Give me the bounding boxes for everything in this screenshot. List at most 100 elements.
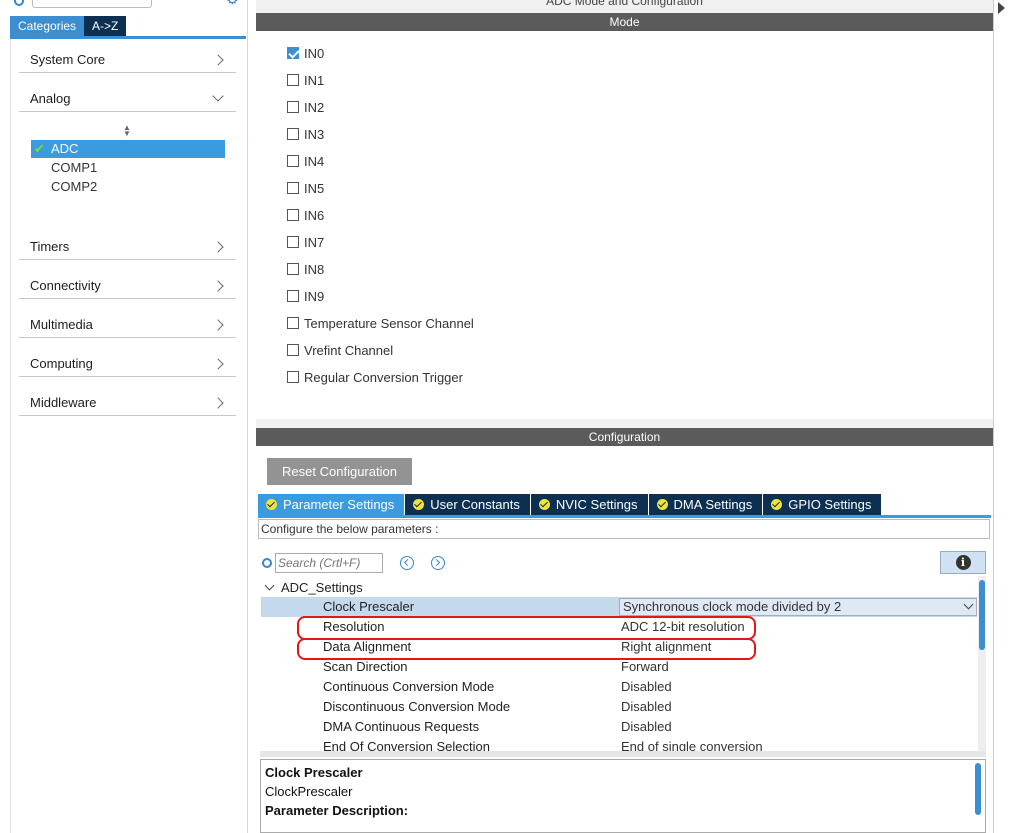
checkbox[interactable] [287,209,299,221]
parameter-search-input[interactable] [275,553,383,573]
param-value: Disabled [621,719,672,734]
checkbox[interactable] [287,47,299,59]
mode-checkbox-in8[interactable]: IN8 [287,261,324,277]
mode-checkbox-in3[interactable]: IN3 [287,126,324,142]
checkbox[interactable] [287,182,299,194]
checkbox[interactable] [287,290,299,302]
category-computing[interactable]: Computing [19,347,236,377]
mode-checkbox-in1[interactable]: IN1 [287,72,324,88]
tab-user-constants[interactable]: User Constants [405,494,530,515]
checkbox-label: IN1 [304,72,325,88]
tab-nvic-settings[interactable]: NVIC Settings [530,494,648,515]
info-button[interactable]: i [940,551,986,574]
checkbox[interactable] [287,317,299,329]
gear-icon[interactable]: ⚙ [226,0,240,6]
mode-checkbox-in7[interactable]: IN7 [287,234,324,250]
analog-item-comp2[interactable]: COMP2 [31,178,225,196]
checkbox-label: Vrefint Channel [304,342,394,358]
description-title: Clock Prescaler [265,765,363,780]
configuration-header: Configuration [256,428,993,446]
select-value: Synchronous clock mode divided by 2 [623,599,842,614]
checkbox-label: IN6 [304,207,325,223]
checkbox-label: Regular Conversion Trigger [304,369,463,385]
mode-header: Mode [256,13,993,31]
mode-checkbox-regular-trigger[interactable]: Regular Conversion Trigger [287,369,463,385]
checkbox[interactable] [287,263,299,275]
clock-prescaler-select[interactable]: Synchronous clock mode divided by 2 [619,598,977,616]
chevron-down-icon [963,599,974,610]
status-ok-icon [656,499,668,510]
mode-checkbox-temperature[interactable]: Temperature Sensor Channel [287,315,474,331]
category-search-input[interactable] [32,0,152,8]
category-system-core[interactable]: System Core [19,43,236,73]
category-label: Computing [30,356,93,371]
parameter-tabs: Parameter Settings User Constants NVIC S… [258,494,882,515]
group-adc-settings[interactable]: ADC_Settings [264,579,363,595]
scrollbar-thumb[interactable] [979,580,985,650]
checkbox[interactable] [287,74,299,86]
category-tabs: Categories A->Z [10,16,127,36]
info-icon: i [955,555,971,570]
sort-icon[interactable]: ▲ ▼ [123,124,131,138]
category-timers[interactable]: Timers [19,230,236,260]
mode-checkbox-in5[interactable]: IN5 [287,180,324,196]
check-icon: ✔ [34,141,45,156]
param-row-dma-continuous[interactable]: DMA Continuous Requests Disabled [261,717,977,737]
param-row-discontinuous-conversion[interactable]: Discontinuous Conversion Mode Disabled [261,697,977,717]
chevron-down-icon [264,580,275,591]
category-label: Timers [30,239,70,254]
param-row-end-of-conversion[interactable]: End Of Conversion Selection End of singl… [261,737,977,751]
category-label: System Core [30,52,106,67]
checkbox[interactable] [287,371,299,383]
item-label: COMP1 [51,160,98,175]
category-connectivity[interactable]: Connectivity [19,269,236,299]
analog-item-comp1[interactable]: COMP1 [31,159,225,177]
checkbox[interactable] [287,155,299,167]
previous-match-icon[interactable] [400,556,414,570]
tab-a-to-z[interactable]: A->Z [84,16,127,36]
checkbox[interactable] [287,236,299,248]
chevron-right-icon [212,280,224,292]
search-icon[interactable] [14,0,24,6]
search-icon [262,558,272,568]
checkbox[interactable] [287,344,299,356]
param-row-continuous-conversion[interactable]: Continuous Conversion Mode Disabled [261,677,977,697]
category-analog[interactable]: Analog [19,82,236,112]
chevron-right-icon [212,397,224,409]
parameter-scrollbar[interactable] [978,576,986,751]
checkbox[interactable] [287,128,299,140]
tab-dma-settings[interactable]: DMA Settings [648,494,763,515]
mode-checkbox-vrefint[interactable]: Vrefint Channel [287,342,393,358]
tab-label: User Constants [430,497,520,512]
mode-checkbox-in4[interactable]: IN4 [287,153,324,169]
expand-arrow-icon[interactable] [998,2,1005,14]
param-row-scan-direction[interactable]: Scan Direction Forward [261,657,977,677]
parameter-search-row [262,552,445,574]
checkbox-label: IN3 [304,126,325,142]
checkbox-label: IN5 [304,180,325,196]
category-middleware[interactable]: Middleware [19,386,236,416]
checkbox[interactable] [287,101,299,113]
tab-parameter-settings[interactable]: Parameter Settings [258,494,405,515]
mode-checkbox-in2[interactable]: IN2 [287,99,324,115]
mode-checkbox-in9[interactable]: IN9 [287,288,324,304]
window-title: ADC Mode and Configuration [546,0,703,8]
mode-checkbox-in0[interactable]: IN0 [287,45,324,61]
tab-categories[interactable]: Categories [10,16,85,36]
next-match-icon[interactable] [431,556,445,570]
tab-gpio-settings[interactable]: GPIO Settings [763,494,882,515]
tab-label: DMA Settings [673,497,753,512]
param-row-clock-prescaler[interactable]: Clock Prescaler Synchronous clock mode d… [261,597,977,617]
analog-item-adc[interactable]: ✔ ADC [31,140,225,158]
category-label: Analog [30,91,71,106]
left-toolbar: ⚙ [0,0,248,10]
description-scrollbar[interactable] [975,763,981,815]
highlight-annotation-data-alignment [297,638,756,660]
horizontal-scrollbar[interactable] [260,751,986,757]
mode-checkbox-in6[interactable]: IN6 [287,207,324,223]
category-multimedia[interactable]: Multimedia [19,308,236,338]
mode-area: IN0 IN1 IN2 IN3 IN4 IN5 IN6 IN7 IN8 IN9 … [256,31,993,419]
category-label: Multimedia [30,317,93,332]
chevron-down-icon [212,90,224,102]
reset-configuration-button[interactable]: Reset Configuration [267,458,412,485]
